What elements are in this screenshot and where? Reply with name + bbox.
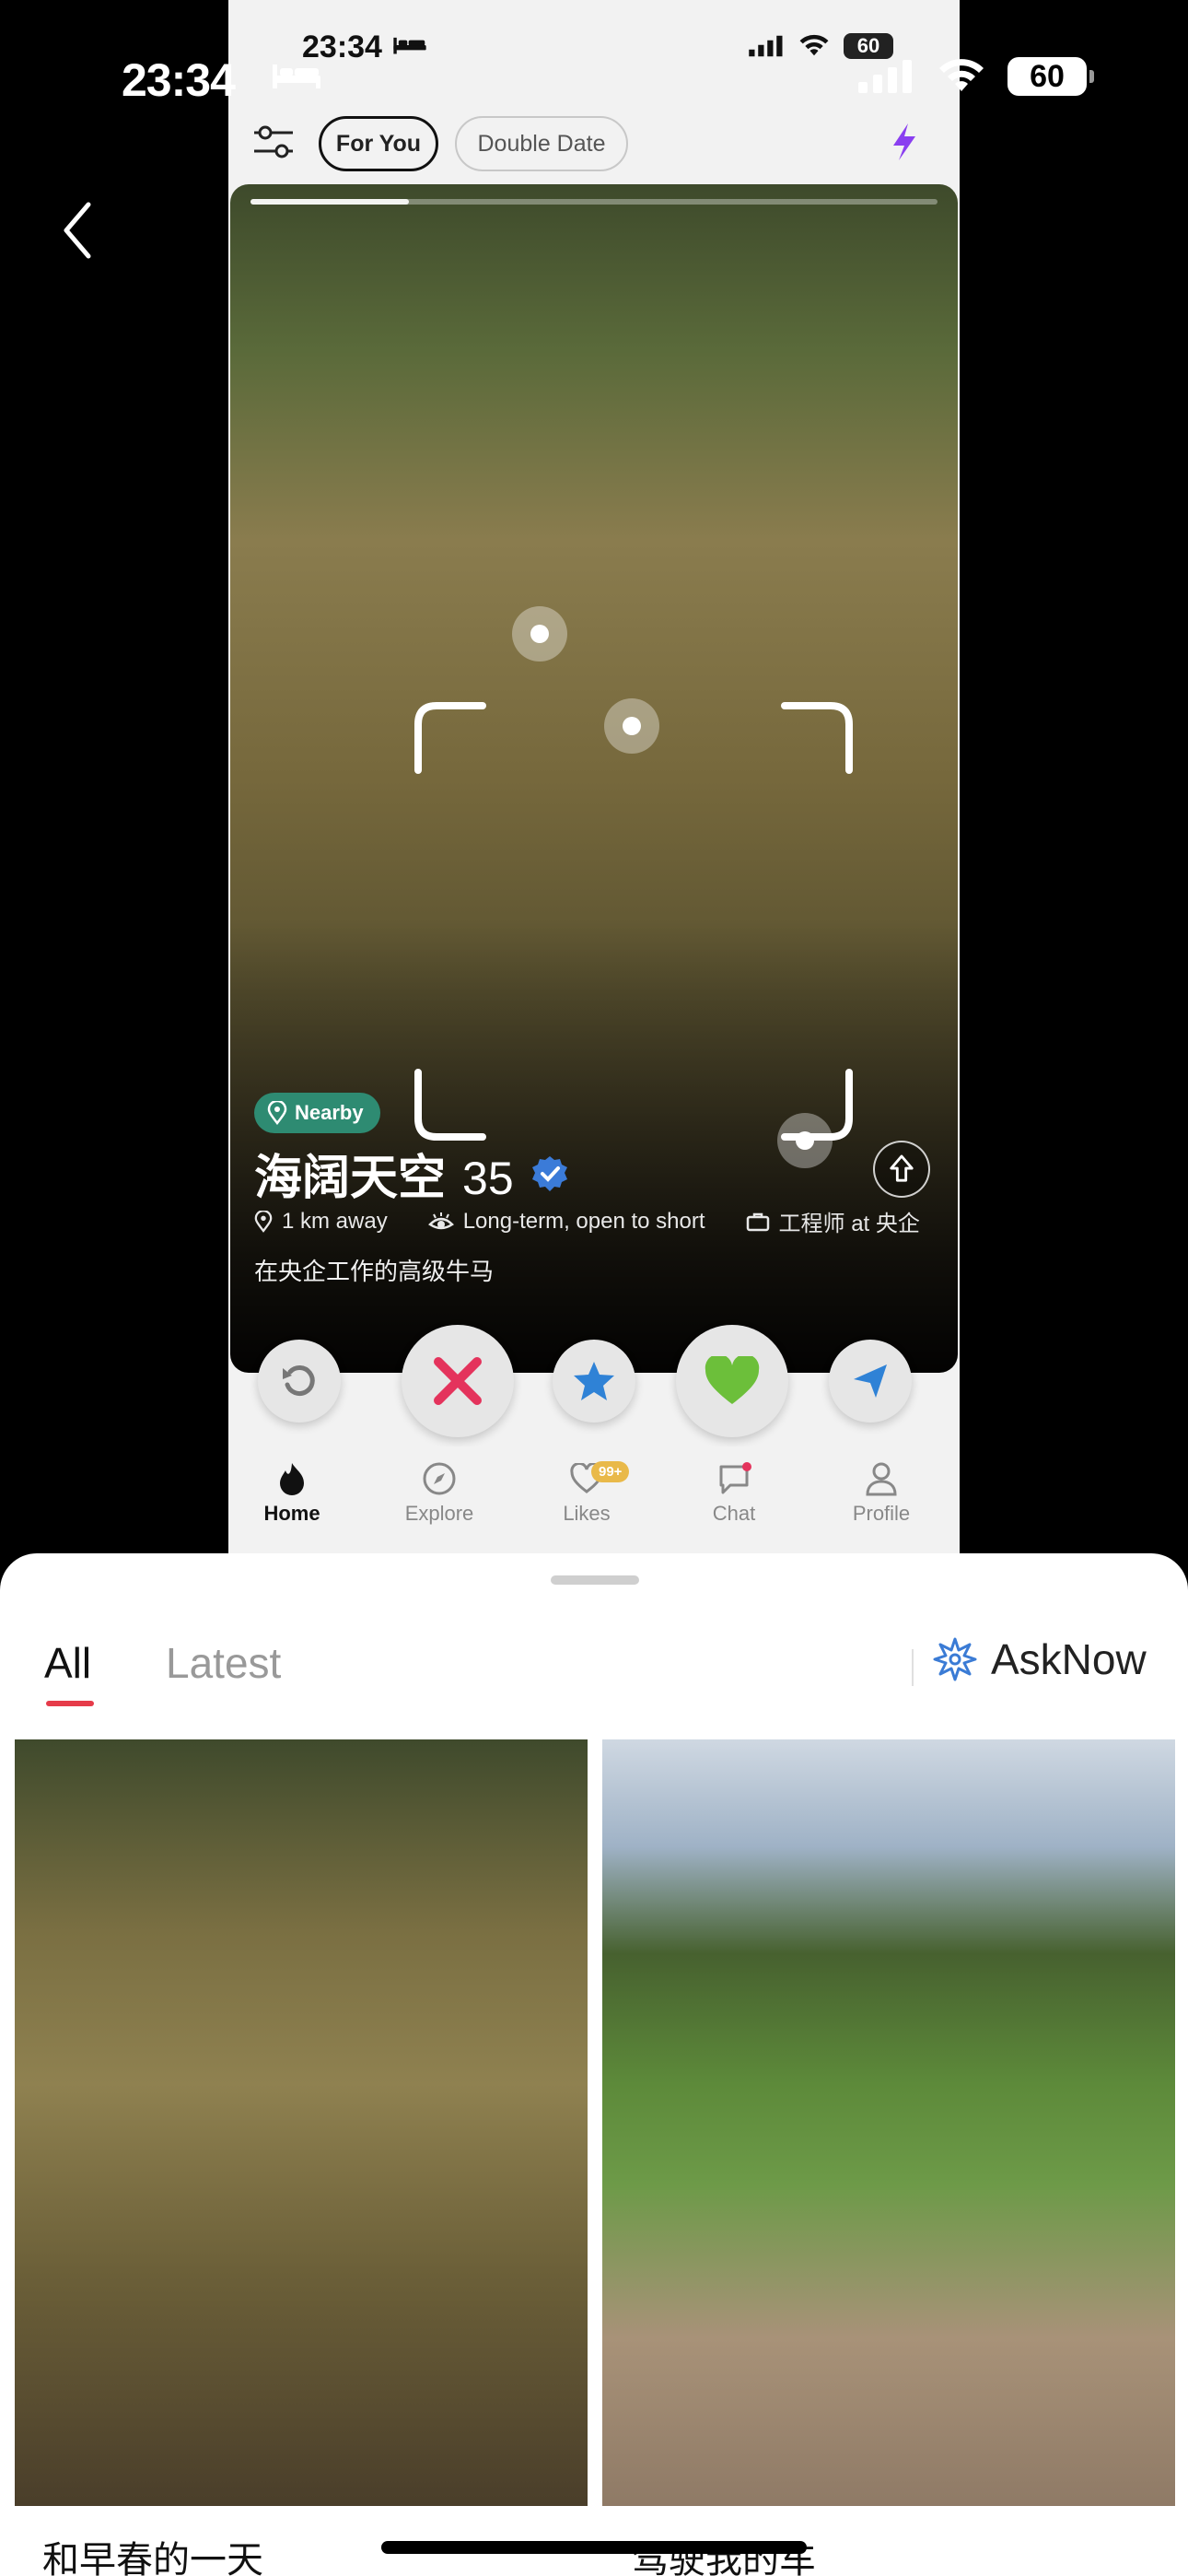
eye-icon: [427, 1212, 454, 1229]
tab-home[interactable]: Home: [241, 1456, 343, 1526]
result-card-caption[interactable]: 和早春的一天: [42, 2530, 263, 2576]
rewind-button[interactable]: [258, 1340, 341, 1423]
detection-dot[interactable]: [604, 698, 659, 754]
tab-profile[interactable]: Profile: [831, 1456, 932, 1526]
open-profile-icon[interactable]: [873, 1141, 930, 1198]
status-time: 23:34: [122, 54, 236, 106]
visual-search-frame[interactable]: [413, 700, 855, 1142]
super-like-button[interactable]: [553, 1340, 635, 1423]
nearby-label: Nearby: [295, 1101, 364, 1124]
sheet-grabber[interactable]: [551, 1575, 639, 1585]
result-card-photo[interactable]: [602, 1739, 1175, 2506]
tab-chat-label: Chat: [712, 1502, 756, 1525]
nearby-badge: Nearby: [254, 1093, 380, 1133]
tab-all-underline: [46, 1701, 94, 1706]
tab-explore-label: Explore: [404, 1502, 474, 1525]
profile-card[interactable]: Nearby 海阔天空 35 1 km away Long-term, open…: [230, 184, 958, 1373]
profile-name-row: 海阔天空 35: [254, 1139, 569, 1208]
tab-likes[interactable]: 99+ Likes: [536, 1456, 637, 1526]
tab-divider: [912, 1649, 914, 1686]
detection-dot[interactable]: [512, 606, 567, 662]
job-text: 工程师 at 央企: [778, 1212, 920, 1236]
tab-explore[interactable]: Explore: [389, 1456, 490, 1526]
asknow-label: AskNow: [991, 1635, 1147, 1683]
rewind-icon: [283, 1365, 315, 1396]
photo-progress-fill: [250, 199, 409, 205]
tab-latest[interactable]: Latest: [166, 1638, 281, 1688]
photo-progress: [250, 199, 938, 205]
like-icon: [705, 1356, 760, 1404]
distance-text: 1 km away: [282, 1208, 388, 1234]
cellular-signal-icon: [858, 60, 912, 93]
tab-home-label: Home: [263, 1502, 320, 1525]
nope-icon: [434, 1357, 482, 1405]
sleep-focus-icon: [273, 64, 320, 88]
location-pin-icon: [267, 1101, 287, 1125]
wifi-icon: [939, 59, 984, 91]
profile-name: 海阔天空: [254, 1152, 447, 1205]
tab-likes-label: Likes: [563, 1502, 611, 1525]
location-pin-icon: [254, 1210, 273, 1233]
super-like-icon: [574, 1362, 614, 1400]
verified-badge-icon: [531, 1155, 567, 1191]
like-button[interactable]: [676, 1325, 788, 1437]
tab-all[interactable]: All: [44, 1638, 91, 1688]
boost-button[interactable]: [829, 1340, 912, 1423]
nope-button[interactable]: [402, 1325, 514, 1437]
bottom-tab-bar: Home Explore 99+ Likes Chat Profile: [228, 1446, 960, 1553]
results-sheet: All Latest AskNow 和早春的一天 驾驶我的车: [0, 1553, 1188, 2576]
intent-text: Long-term, open to short: [462, 1208, 705, 1234]
profile-bio: 在央企工作的高级牛马: [254, 1258, 495, 1285]
profile-person-icon: [866, 1462, 897, 1496]
battery-indicator: 60: [1007, 57, 1094, 96]
back-chevron-icon[interactable]: [59, 201, 96, 260]
tab-profile-label: Profile: [852, 1502, 911, 1525]
status-bar: 23:34 60: [0, 0, 1188, 147]
briefcase-icon: [746, 1212, 769, 1231]
detection-dot[interactable]: [777, 1113, 833, 1168]
asknow-button[interactable]: AskNow: [932, 1634, 1147, 1684]
explore-compass-icon: [423, 1462, 456, 1495]
tab-chat[interactable]: Chat: [683, 1456, 785, 1526]
asknow-sparkle-icon: [933, 1637, 977, 1681]
likes-count-badge: 99+: [591, 1461, 630, 1482]
profile-meta: 1 km away Long-term, open to short 工程师 a…: [254, 1205, 920, 1237]
home-flame-icon: [280, 1463, 304, 1495]
profile-age: 35: [462, 1153, 514, 1204]
boost-icon: [854, 1364, 887, 1398]
captured-screenshot: 23:34 60 For You Double Date Nearby 海阔天空…: [228, 0, 960, 1553]
chat-bubble-icon: [719, 1462, 751, 1494]
home-indicator[interactable]: [381, 2541, 807, 2554]
action-buttons: [228, 1317, 960, 1437]
result-card-photo[interactable]: [15, 1739, 588, 2506]
